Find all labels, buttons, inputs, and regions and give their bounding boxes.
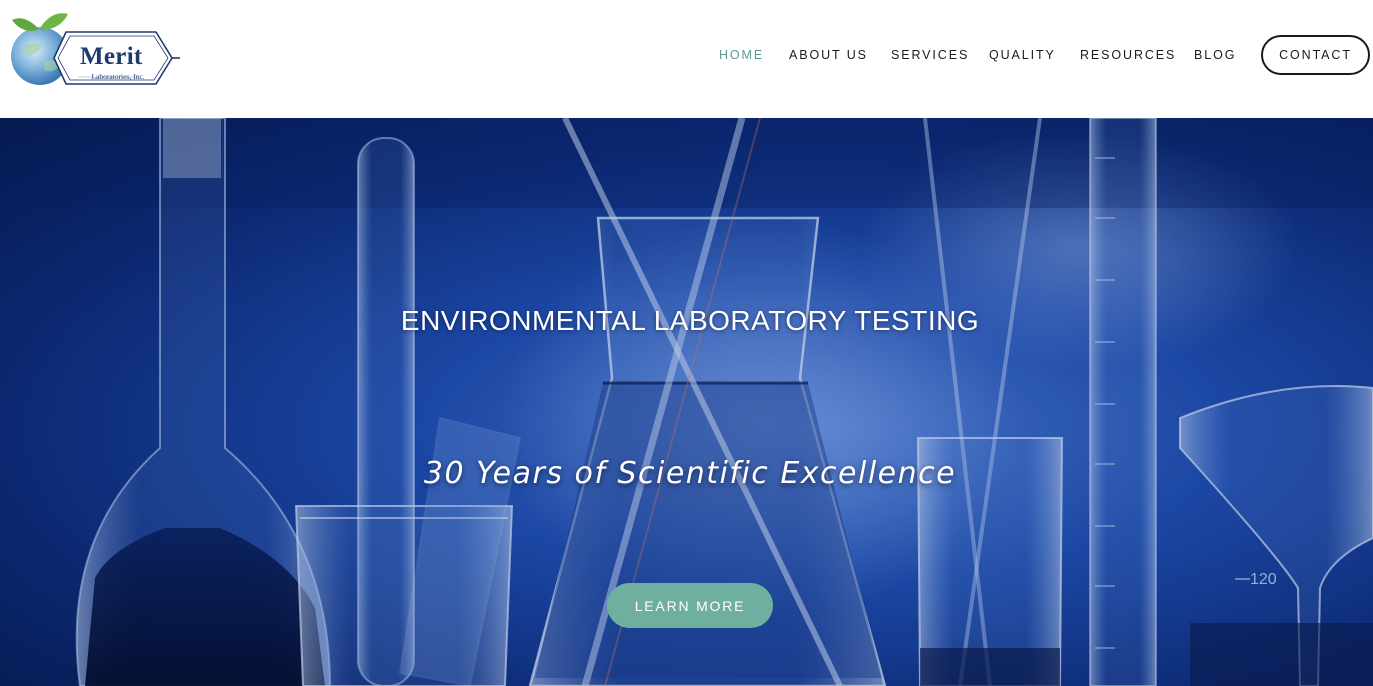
nav-item-services[interactable]: SERVICES (891, 46, 969, 64)
nav-item-blog[interactable]: BLOG (1194, 46, 1236, 64)
site-header: Merit Laboratories, Inc. HOME ABOUT US S… (0, 0, 1373, 118)
nav-item-about-us[interactable]: ABOUT US (789, 46, 868, 64)
contact-button[interactable]: CONTACT (1261, 35, 1370, 75)
hero-title: ENVIRONMENTAL LABORATORY TESTING (400, 305, 980, 336)
nav-item-quality[interactable]: QUALITY (989, 46, 1056, 64)
learn-more-button[interactable]: LEARN MORE (607, 583, 773, 628)
hero-subtitle: 30 Years of Scientific Excellence (423, 456, 957, 491)
nav-item-home[interactable]: HOME (719, 46, 764, 64)
hero-banner: 120 ENVIRONMENTAL LABORATORY TESTING 30 … (0, 118, 1373, 686)
nav-item-resources[interactable]: RESOURCES (1080, 46, 1176, 64)
main-navigation: HOME ABOUT US SERVICES QUALITY RESOURCES… (0, 0, 1373, 110)
